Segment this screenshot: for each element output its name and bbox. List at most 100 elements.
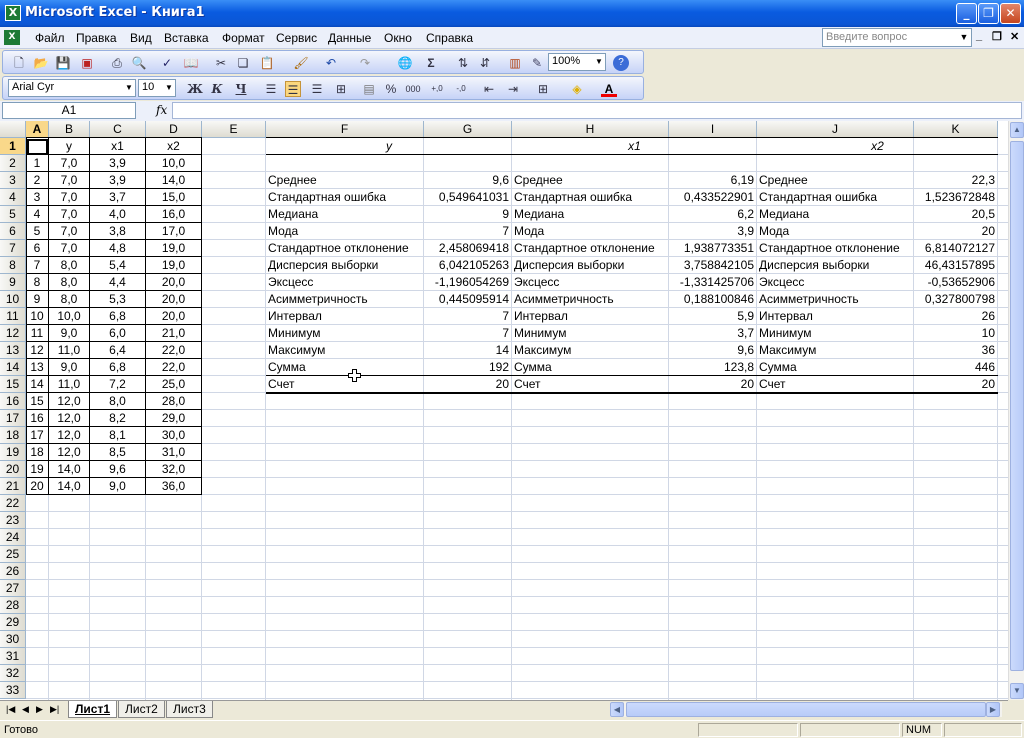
row-header-3[interactable]: 3 [0, 172, 26, 189]
cell[interactable]: 17 [26, 427, 48, 443]
cell[interactable]: Среднее [757, 172, 913, 188]
cell[interactable]: 446 [914, 359, 997, 375]
cell[interactable]: Стандартное отклонение [757, 240, 913, 256]
cell[interactable]: 29,0 [146, 410, 201, 426]
row-header-10[interactable]: 10 [0, 291, 26, 308]
cell[interactable]: 8,2 [90, 410, 145, 426]
cell[interactable]: 12,0 [49, 427, 89, 443]
vertical-scroll-thumb[interactable] [1010, 141, 1024, 671]
cell[interactable]: Медиана [512, 206, 668, 222]
align-left-icon[interactable]: ☰ [263, 81, 279, 97]
cell[interactable]: 3,9 [90, 155, 145, 171]
cell[interactable]: Стандартное отклонение [512, 240, 668, 256]
currency-icon[interactable]: ▤ [361, 81, 377, 97]
cell[interactable]: 3,9 [90, 172, 145, 188]
cell[interactable]: 3,7 [90, 189, 145, 205]
cell[interactable]: 6 [26, 240, 48, 256]
cell[interactable]: 10 [26, 308, 48, 324]
row-header-5[interactable]: 5 [0, 206, 26, 223]
cell[interactable]: 5,4 [90, 257, 145, 273]
cell[interactable]: y [49, 138, 89, 154]
cell[interactable]: 192 [424, 359, 511, 375]
cell[interactable]: -1,196054269 [424, 274, 511, 290]
sort-descending-icon[interactable]: ⇵ [477, 55, 493, 71]
workbook-icon[interactable]: X [4, 30, 20, 45]
stats-header-x2[interactable]: x2 [757, 138, 998, 154]
percent-icon[interactable]: % [383, 81, 399, 97]
cell[interactable]: 7 [26, 257, 48, 273]
help-search-input[interactable]: Введите вопрос [822, 28, 972, 47]
cell[interactable]: Максимум [512, 342, 668, 358]
cell[interactable]: Минимум [512, 325, 668, 341]
scroll-left-icon[interactable]: ◀ [610, 702, 624, 717]
minimize-button[interactable]: _ [956, 3, 977, 24]
menu-data[interactable]: Данные [328, 31, 371, 45]
cell[interactable]: 123,8 [669, 359, 756, 375]
autosum-icon[interactable]: Σ [423, 55, 439, 71]
cell[interactable]: 9,0 [49, 325, 89, 341]
cell[interactable]: 4 [26, 206, 48, 222]
cell[interactable]: 46,43157895 [914, 257, 997, 273]
cell[interactable]: 7,0 [49, 206, 89, 222]
cell[interactable]: 14 [26, 376, 48, 392]
cell[interactable]: 12,0 [49, 444, 89, 460]
cell[interactable]: Стандартная ошибка [512, 189, 668, 205]
sheet-tab-3[interactable]: Лист3 [166, 701, 213, 718]
cell[interactable]: 22,3 [914, 172, 997, 188]
print-preview-icon[interactable]: 🔍 [131, 55, 147, 71]
cell[interactable]: 7,0 [49, 223, 89, 239]
chevron-down-icon[interactable]: ▼ [124, 81, 134, 95]
restore-button[interactable]: ❐ [978, 3, 999, 24]
sort-ascending-icon[interactable]: ⇅ [455, 55, 471, 71]
cell[interactable]: 8 [26, 274, 48, 290]
menu-window[interactable]: Окно [384, 31, 412, 45]
row-header-32[interactable]: 32 [0, 665, 26, 682]
drawing-icon[interactable]: ✎ [529, 55, 545, 71]
hyperlink-icon[interactable]: 🌐 [397, 55, 413, 71]
cell[interactable]: 19,0 [146, 240, 201, 256]
row-header-28[interactable]: 28 [0, 597, 26, 614]
row-header-33[interactable]: 33 [0, 682, 26, 699]
column-header-G[interactable]: G [424, 121, 512, 138]
align-right-icon[interactable]: ☰ [309, 81, 325, 97]
cell[interactable]: Мода [757, 223, 913, 239]
cell[interactable]: 4,0 [90, 206, 145, 222]
cell[interactable]: 6,19 [669, 172, 756, 188]
decrease-decimal-icon[interactable]: -,0 [453, 81, 469, 97]
cell[interactable]: 20 [424, 376, 511, 392]
close-button[interactable]: ✕ [1000, 3, 1021, 24]
column-header-I[interactable]: I [669, 121, 757, 138]
column-header-H[interactable]: H [512, 121, 669, 138]
increase-indent-icon[interactable]: ⇥ [505, 81, 521, 97]
menu-file[interactable]: Файл [35, 31, 65, 45]
cell[interactable]: 22,0 [146, 342, 201, 358]
row-header-27[interactable]: 27 [0, 580, 26, 597]
sheet-tab-2[interactable]: Лист2 [118, 701, 165, 718]
row-header-4[interactable]: 4 [0, 189, 26, 206]
font-size-select[interactable]: 10 ▼ [138, 79, 176, 97]
cell[interactable]: 6,0 [90, 325, 145, 341]
menu-tools[interactable]: Сервис [276, 31, 317, 45]
cell[interactable]: Среднее [512, 172, 668, 188]
excel-icon[interactable]: X [5, 5, 21, 21]
cell[interactable]: 20 [914, 376, 997, 392]
cell[interactable]: 7,0 [49, 189, 89, 205]
row-header-30[interactable]: 30 [0, 631, 26, 648]
cell[interactable]: 8,0 [90, 393, 145, 409]
italic-button[interactable]: К [209, 81, 225, 97]
research-icon[interactable]: 📖 [183, 55, 199, 71]
cell[interactable]: Эксцесс [266, 274, 423, 290]
cell[interactable]: 20 [26, 478, 48, 494]
menu-view[interactable]: Вид [130, 31, 152, 45]
row-header-8[interactable]: 8 [0, 257, 26, 274]
cell[interactable]: 2 [26, 172, 48, 188]
cell[interactable]: 36,0 [146, 478, 201, 494]
cell[interactable]: 20,0 [146, 274, 201, 290]
cell[interactable]: 15 [26, 393, 48, 409]
open-icon[interactable]: 📂 [33, 55, 49, 71]
menu-help[interactable]: Справка [426, 31, 473, 45]
cell[interactable]: 21,0 [146, 325, 201, 341]
row-header-25[interactable]: 25 [0, 546, 26, 563]
cell[interactable]: Мода [266, 223, 423, 239]
cell[interactable]: 5 [26, 223, 48, 239]
